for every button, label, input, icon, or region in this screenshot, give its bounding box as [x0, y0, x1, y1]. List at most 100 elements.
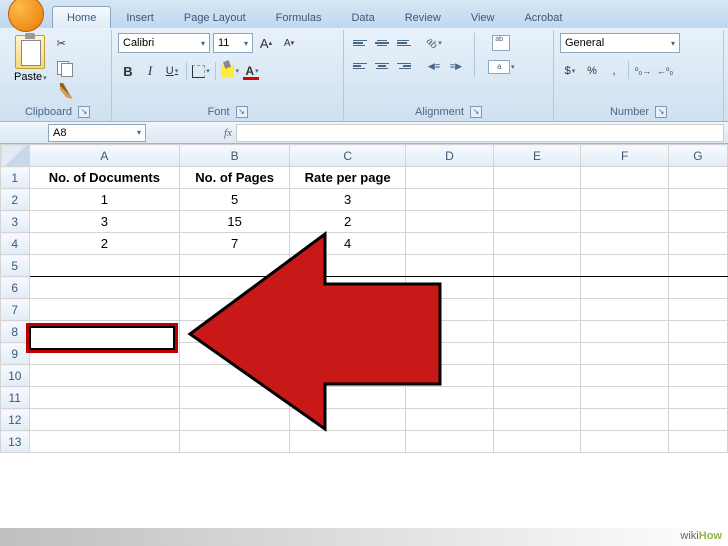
- cell[interactable]: [493, 211, 581, 233]
- cell[interactable]: [406, 189, 494, 211]
- decrease-decimal-button[interactable]: ←⁰₀: [655, 61, 675, 81]
- cell[interactable]: [581, 431, 669, 453]
- cell[interactable]: 3: [29, 211, 180, 233]
- formula-bar[interactable]: [236, 124, 724, 142]
- paste-button[interactable]: Paste▾: [14, 71, 47, 83]
- cell[interactable]: [406, 255, 494, 277]
- row-header[interactable]: 10: [1, 365, 30, 387]
- row-header[interactable]: 13: [1, 431, 30, 453]
- tab-insert[interactable]: Insert: [111, 6, 169, 28]
- format-painter-button[interactable]: [55, 81, 75, 101]
- cell[interactable]: [581, 343, 669, 365]
- percent-button[interactable]: %: [582, 61, 602, 81]
- col-header-a[interactable]: A: [29, 145, 180, 167]
- cell[interactable]: Rate per page: [290, 167, 406, 189]
- cell[interactable]: [493, 431, 581, 453]
- cell[interactable]: [29, 409, 180, 431]
- font-size-combo[interactable]: 11▾: [213, 33, 253, 53]
- cell[interactable]: [406, 409, 494, 431]
- row-header[interactable]: 5: [1, 255, 30, 277]
- cell[interactable]: [668, 233, 727, 255]
- align-middle-button[interactable]: [372, 33, 392, 53]
- cell[interactable]: [668, 167, 727, 189]
- col-header-b[interactable]: B: [180, 145, 290, 167]
- cell[interactable]: [29, 255, 180, 277]
- cell[interactable]: [29, 387, 180, 409]
- cell[interactable]: [290, 277, 406, 299]
- cell[interactable]: [29, 343, 180, 365]
- row-header[interactable]: 1: [1, 167, 30, 189]
- cell[interactable]: [493, 233, 581, 255]
- cell[interactable]: [493, 321, 581, 343]
- cell[interactable]: [180, 409, 290, 431]
- cell[interactable]: [406, 343, 494, 365]
- wrap-text-button[interactable]: [483, 33, 520, 53]
- align-top-button[interactable]: [350, 33, 370, 53]
- cell[interactable]: [668, 277, 727, 299]
- cell[interactable]: [493, 255, 581, 277]
- align-bottom-button[interactable]: [394, 33, 414, 53]
- cell[interactable]: [406, 431, 494, 453]
- alignment-dialog-launcher[interactable]: ↘: [470, 106, 482, 118]
- row-header[interactable]: 12: [1, 409, 30, 431]
- col-header-c[interactable]: C: [290, 145, 406, 167]
- cell[interactable]: [581, 211, 669, 233]
- row-header[interactable]: 2: [1, 189, 30, 211]
- row-header[interactable]: 11: [1, 387, 30, 409]
- align-right-button[interactable]: [394, 56, 414, 76]
- cell[interactable]: [290, 365, 406, 387]
- merge-center-button[interactable]: ▾: [483, 57, 520, 77]
- cell[interactable]: 15: [180, 211, 290, 233]
- row-header[interactable]: 8: [1, 321, 30, 343]
- increase-decimal-button[interactable]: ⁰₀→: [633, 61, 653, 81]
- comma-button[interactable]: ,: [604, 61, 624, 81]
- cell[interactable]: [180, 299, 290, 321]
- cell[interactable]: No. of Documents: [29, 167, 180, 189]
- cell[interactable]: [406, 321, 494, 343]
- align-left-button[interactable]: [350, 56, 370, 76]
- col-header-f[interactable]: F: [581, 145, 669, 167]
- cell[interactable]: [406, 365, 494, 387]
- row-header[interactable]: 3: [1, 211, 30, 233]
- cell[interactable]: [493, 299, 581, 321]
- cell[interactable]: [668, 299, 727, 321]
- cell[interactable]: [180, 365, 290, 387]
- cell[interactable]: [668, 211, 727, 233]
- cell[interactable]: No. of Pages: [180, 167, 290, 189]
- row-header[interactable]: 9: [1, 343, 30, 365]
- cell[interactable]: [290, 255, 406, 277]
- cell[interactable]: [581, 409, 669, 431]
- font-color-button[interactable]: A▾: [242, 61, 262, 81]
- shrink-font-button[interactable]: A▾: [279, 33, 299, 53]
- cell[interactable]: [29, 431, 180, 453]
- row-header[interactable]: 6: [1, 277, 30, 299]
- italic-button[interactable]: I: [140, 61, 160, 81]
- cell[interactable]: [290, 321, 406, 343]
- cell[interactable]: 4: [290, 233, 406, 255]
- number-dialog-launcher[interactable]: ↘: [655, 106, 667, 118]
- font-name-combo[interactable]: Calibri▾: [118, 33, 210, 53]
- tab-formulas[interactable]: Formulas: [261, 6, 337, 28]
- cell[interactable]: [180, 387, 290, 409]
- cell[interactable]: [406, 233, 494, 255]
- cell[interactable]: [29, 299, 180, 321]
- cell[interactable]: [581, 189, 669, 211]
- tab-view[interactable]: View: [456, 6, 510, 28]
- increase-indent-button[interactable]: ≡▶: [446, 56, 466, 76]
- cell[interactable]: [668, 365, 727, 387]
- cell[interactable]: [668, 409, 727, 431]
- cell[interactable]: [581, 321, 669, 343]
- font-dialog-launcher[interactable]: ↘: [236, 106, 248, 118]
- cell[interactable]: [668, 189, 727, 211]
- copy-button[interactable]: [55, 58, 75, 78]
- fill-color-button[interactable]: ▾: [220, 61, 240, 81]
- tab-acrobat[interactable]: Acrobat: [509, 6, 577, 28]
- clipboard-dialog-launcher[interactable]: ↘: [78, 106, 90, 118]
- cell[interactable]: [406, 167, 494, 189]
- cell[interactable]: 2: [290, 211, 406, 233]
- name-box[interactable]: A8▾: [48, 124, 146, 142]
- cell[interactable]: [406, 211, 494, 233]
- cell[interactable]: [493, 277, 581, 299]
- cell[interactable]: [290, 409, 406, 431]
- cell[interactable]: [668, 431, 727, 453]
